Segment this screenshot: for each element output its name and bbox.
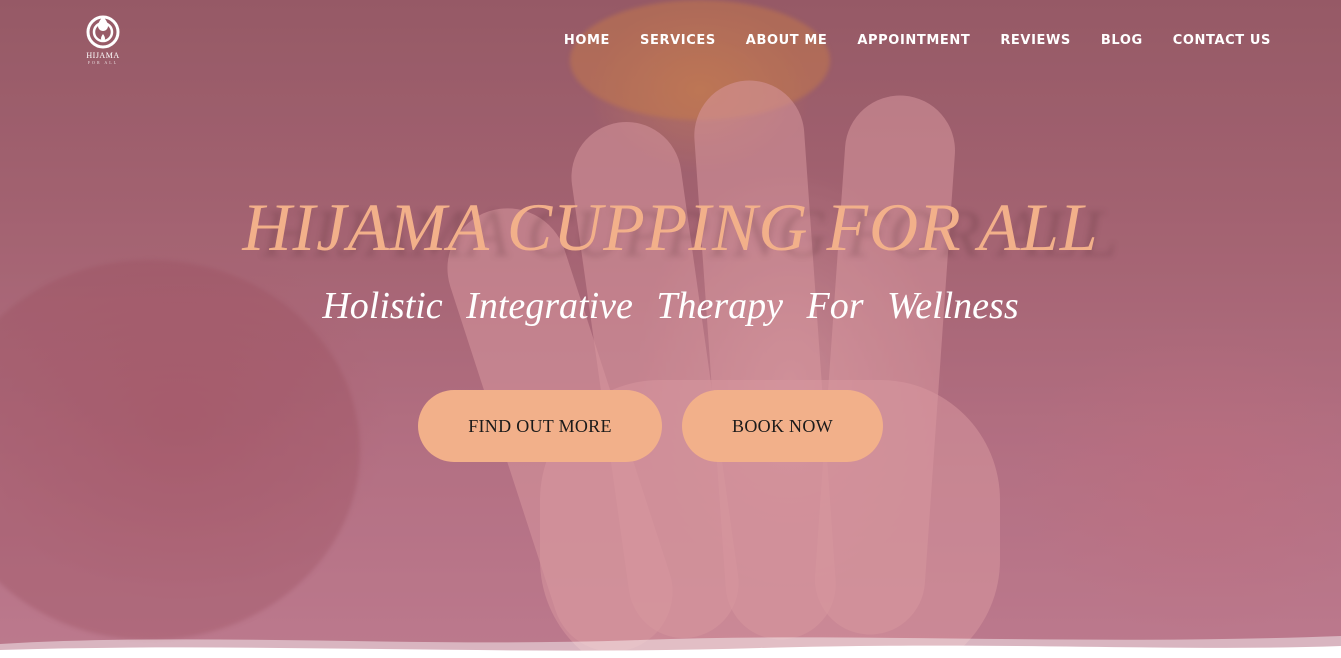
bottom-wave-divider xyxy=(0,636,1341,658)
logo-name: HIJAMA xyxy=(86,51,120,60)
hero-subtitle: Holistic Integrative Therapy For Wellnes… xyxy=(322,285,1019,327)
pink-overlay xyxy=(0,0,1341,658)
site-logo[interactable]: HIJAMA FOR ALL xyxy=(80,10,126,74)
hero-section: HIJAMA FOR ALL HOME SERVICES ABOUT ME AP… xyxy=(0,0,1341,658)
logo-emblem-icon xyxy=(86,15,120,49)
nav-about-me[interactable]: ABOUT ME xyxy=(746,33,828,48)
find-out-more-button[interactable]: FIND OUT MORE xyxy=(418,390,662,462)
nav-home[interactable]: HOME xyxy=(564,33,610,48)
logo-tagline: FOR ALL xyxy=(87,60,119,65)
nav-contact-us[interactable]: CONTACT US xyxy=(1173,33,1271,48)
nav-reviews[interactable]: REVIEWS xyxy=(1000,33,1071,48)
nav-blog[interactable]: BLOG xyxy=(1101,33,1143,48)
main-nav: HOME SERVICES ABOUT ME APPOINTMENT REVIE… xyxy=(564,33,1271,48)
hero-title: HIJAMA CUPPING FOR ALL xyxy=(242,189,1099,265)
book-now-button[interactable]: BOOK NOW xyxy=(682,390,883,462)
nav-services[interactable]: SERVICES xyxy=(640,33,716,48)
nav-appointment[interactable]: APPOINTMENT xyxy=(857,33,970,48)
